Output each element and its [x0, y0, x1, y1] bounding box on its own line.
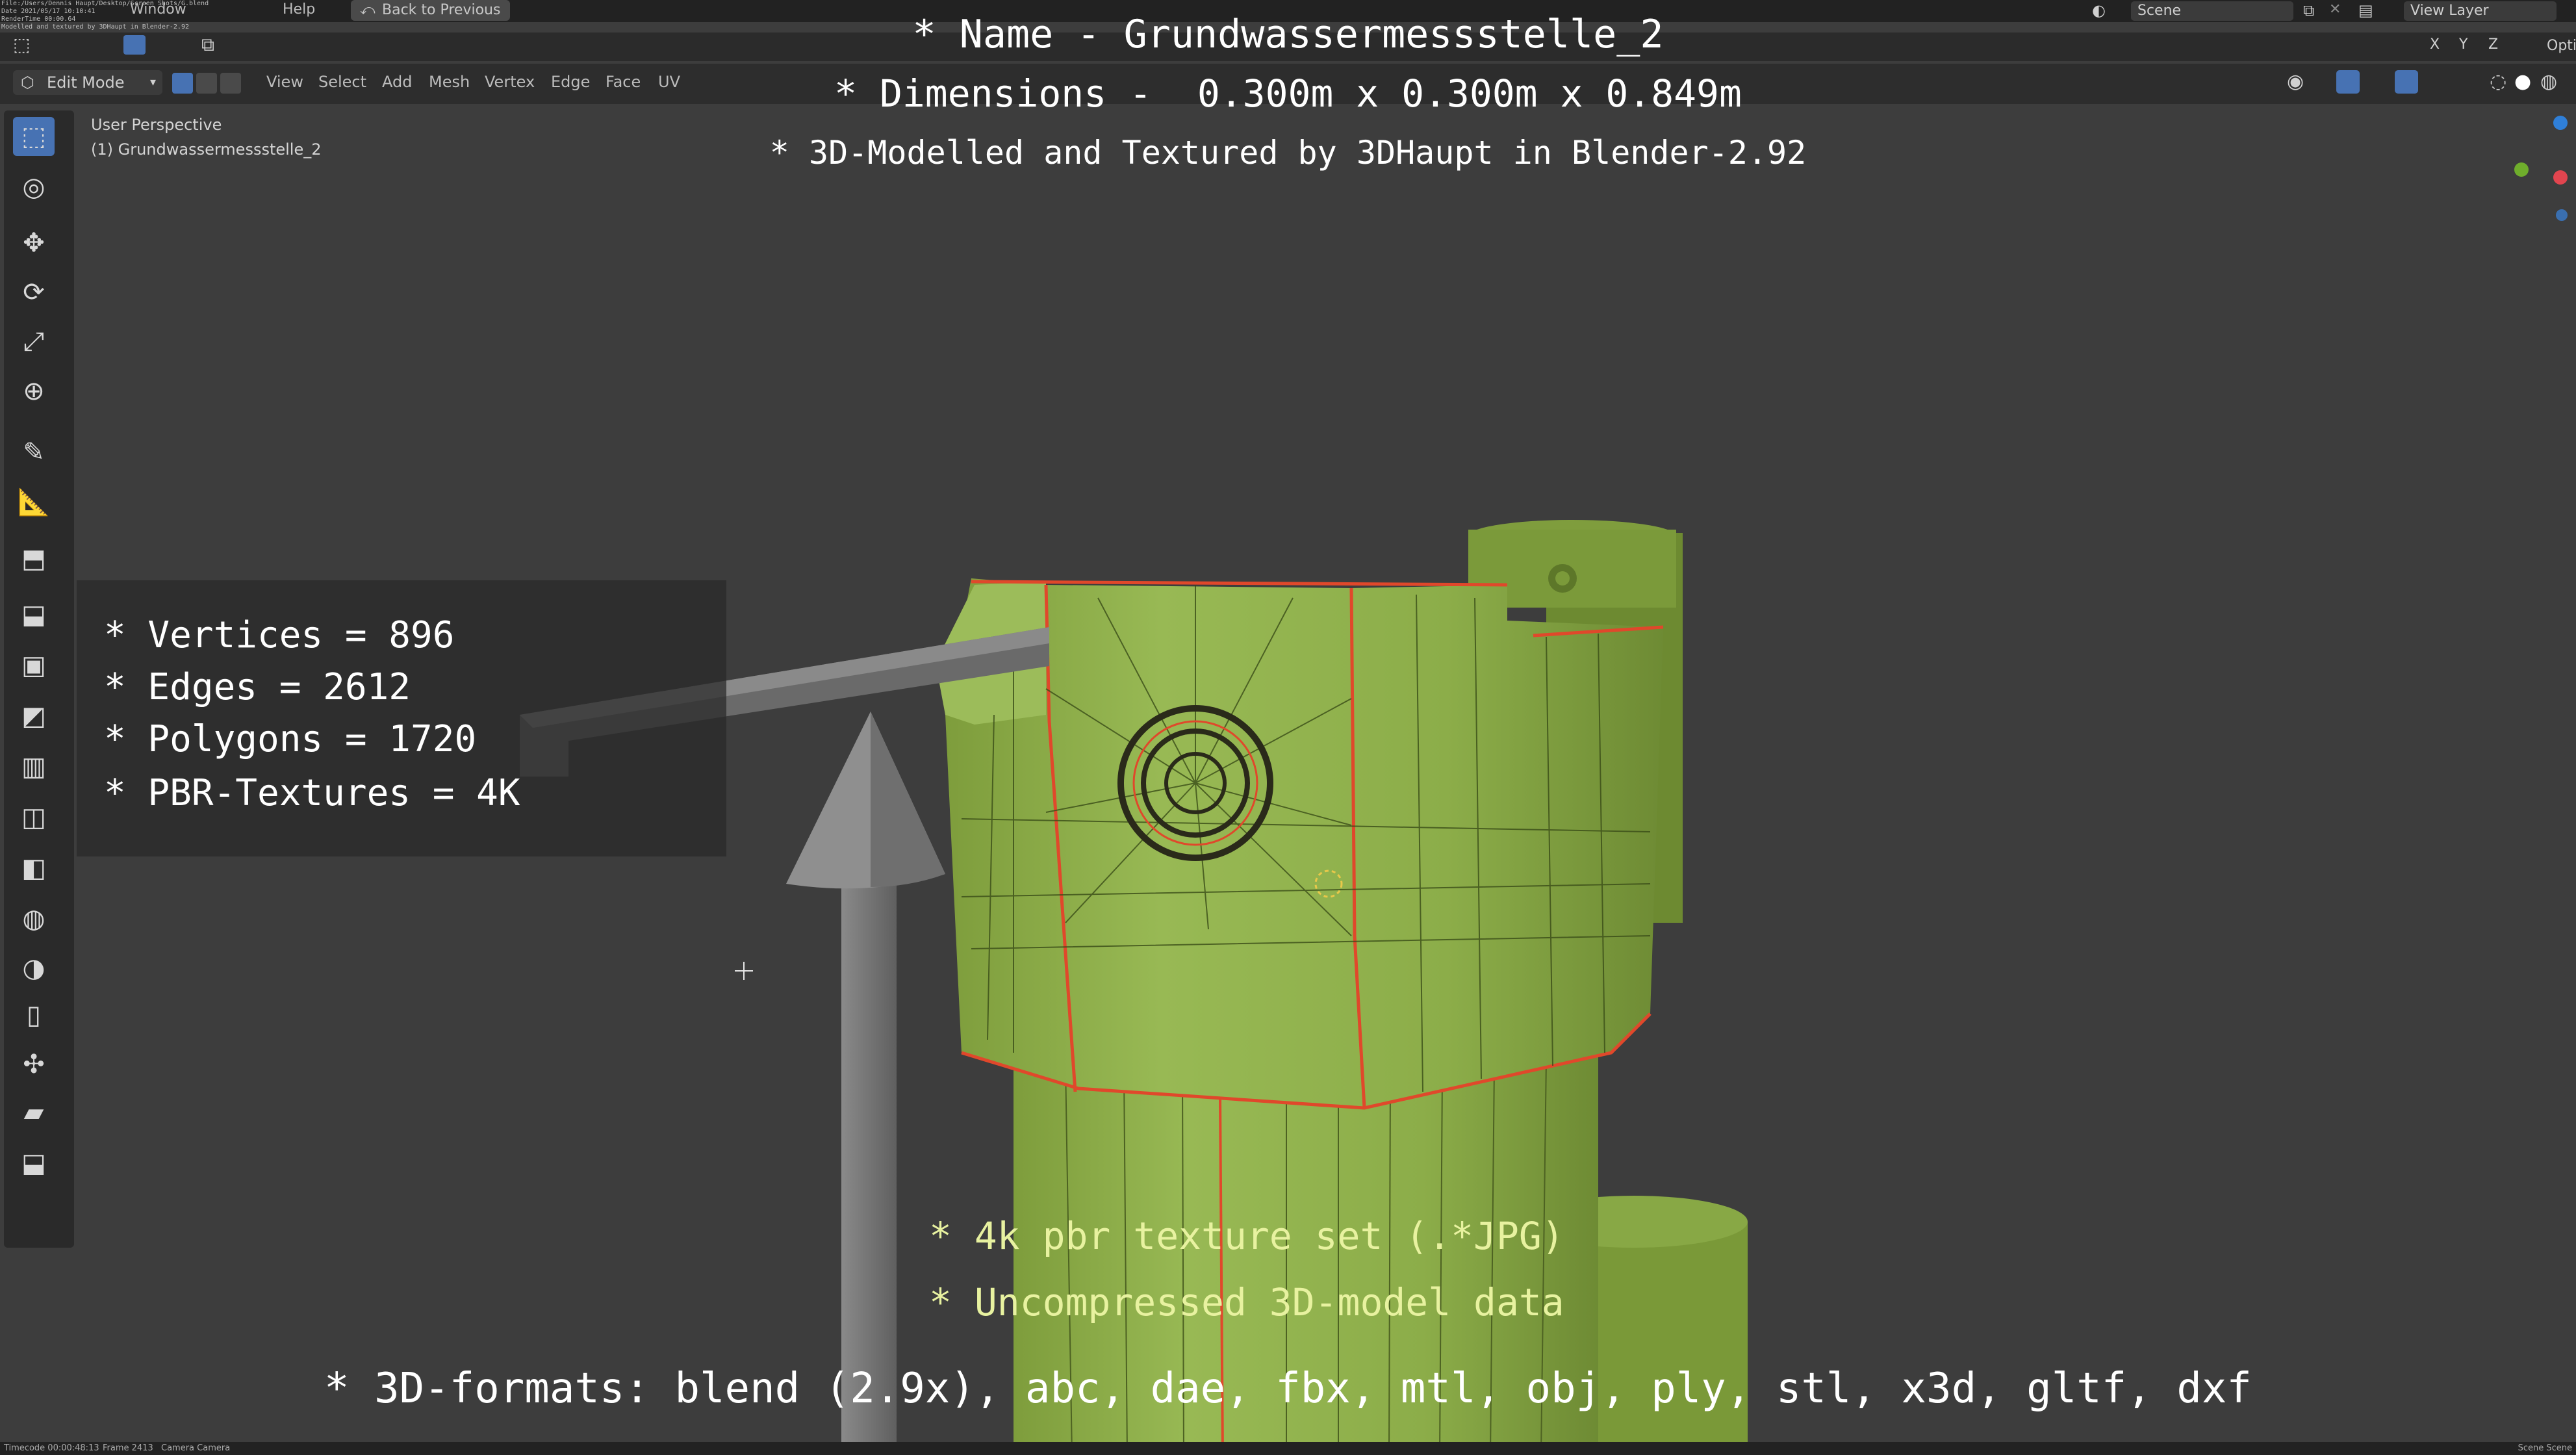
- edge-slide-icon[interactable]: ▯: [13, 996, 55, 1035]
- scene-status-label: Scene Scene: [2518, 1443, 2572, 1453]
- move-icon[interactable]: ✥: [13, 224, 55, 263]
- polygons-stat: * Polygons = 1720: [104, 718, 477, 760]
- gizmo-x-axis-icon[interactable]: [2553, 170, 2568, 185]
- pbr-textures-stat: * PBR-Textures = 4K: [104, 772, 520, 814]
- vertices-stat: * Vertices = 896: [104, 614, 455, 656]
- inset-icon[interactable]: ▣: [13, 646, 55, 685]
- extrude-icon[interactable]: ⬓: [13, 595, 55, 634]
- poly-build-icon[interactable]: ◧: [13, 849, 55, 888]
- smooth-icon[interactable]: ◑: [13, 949, 55, 988]
- camera-label: Camera Camera: [161, 1443, 231, 1453]
- status-bar: Timecode 00:00:48:13 Frame 2413 Camera C…: [0, 1442, 2576, 1455]
- dimensions-line: * Dimensions - 0.300m x 0.300m x 0.849m: [834, 71, 1742, 116]
- shrink-fatten-icon[interactable]: ✣: [13, 1045, 55, 1084]
- add-cube-icon[interactable]: ⬒: [13, 539, 55, 578]
- shear-icon[interactable]: ▰: [13, 1093, 55, 1132]
- scale-icon[interactable]: ⤢: [13, 322, 55, 361]
- 3d-cursor-icon[interactable]: [735, 962, 753, 980]
- loop-cut-icon[interactable]: ▥: [13, 747, 55, 786]
- rotate-icon[interactable]: ⟳: [13, 273, 55, 312]
- knife-icon[interactable]: ◫: [13, 798, 55, 837]
- gizmo-neg-axis-icon[interactable]: [2556, 209, 2568, 221]
- measure-icon[interactable]: 📐: [13, 482, 55, 521]
- annotate-icon[interactable]: ✎: [13, 433, 55, 472]
- spin-icon[interactable]: ◍: [13, 899, 55, 938]
- credit-line: * 3D-Modelled and Textured by 3DHaupt in…: [769, 134, 1807, 172]
- formats-line: * 3D-formats: blend (2.9x), abc, dae, fb…: [324, 1365, 2252, 1413]
- bevel-icon[interactable]: ◩: [13, 697, 55, 736]
- model-name-title: * Name - Grundwassermessstelle_2: [912, 12, 1664, 57]
- timecode-label: Timecode 00:00:48:13: [4, 1443, 99, 1453]
- frame-label: Frame 2413: [103, 1443, 153, 1453]
- gizmo-z-axis-icon[interactable]: [2553, 116, 2568, 130]
- texture-set-line: * 4k pbr texture set (.*JPG): [929, 1214, 1564, 1258]
- rip-icon[interactable]: ⬓: [13, 1144, 55, 1183]
- cursor-icon[interactable]: ◎: [13, 168, 55, 207]
- perspective-label: User Perspective: [91, 116, 222, 134]
- uncompressed-line: * Uncompressed 3D-model data: [929, 1280, 1564, 1324]
- edges-stat: * Edges = 2612: [104, 666, 411, 708]
- transform-icon[interactable]: ⊕: [13, 372, 55, 411]
